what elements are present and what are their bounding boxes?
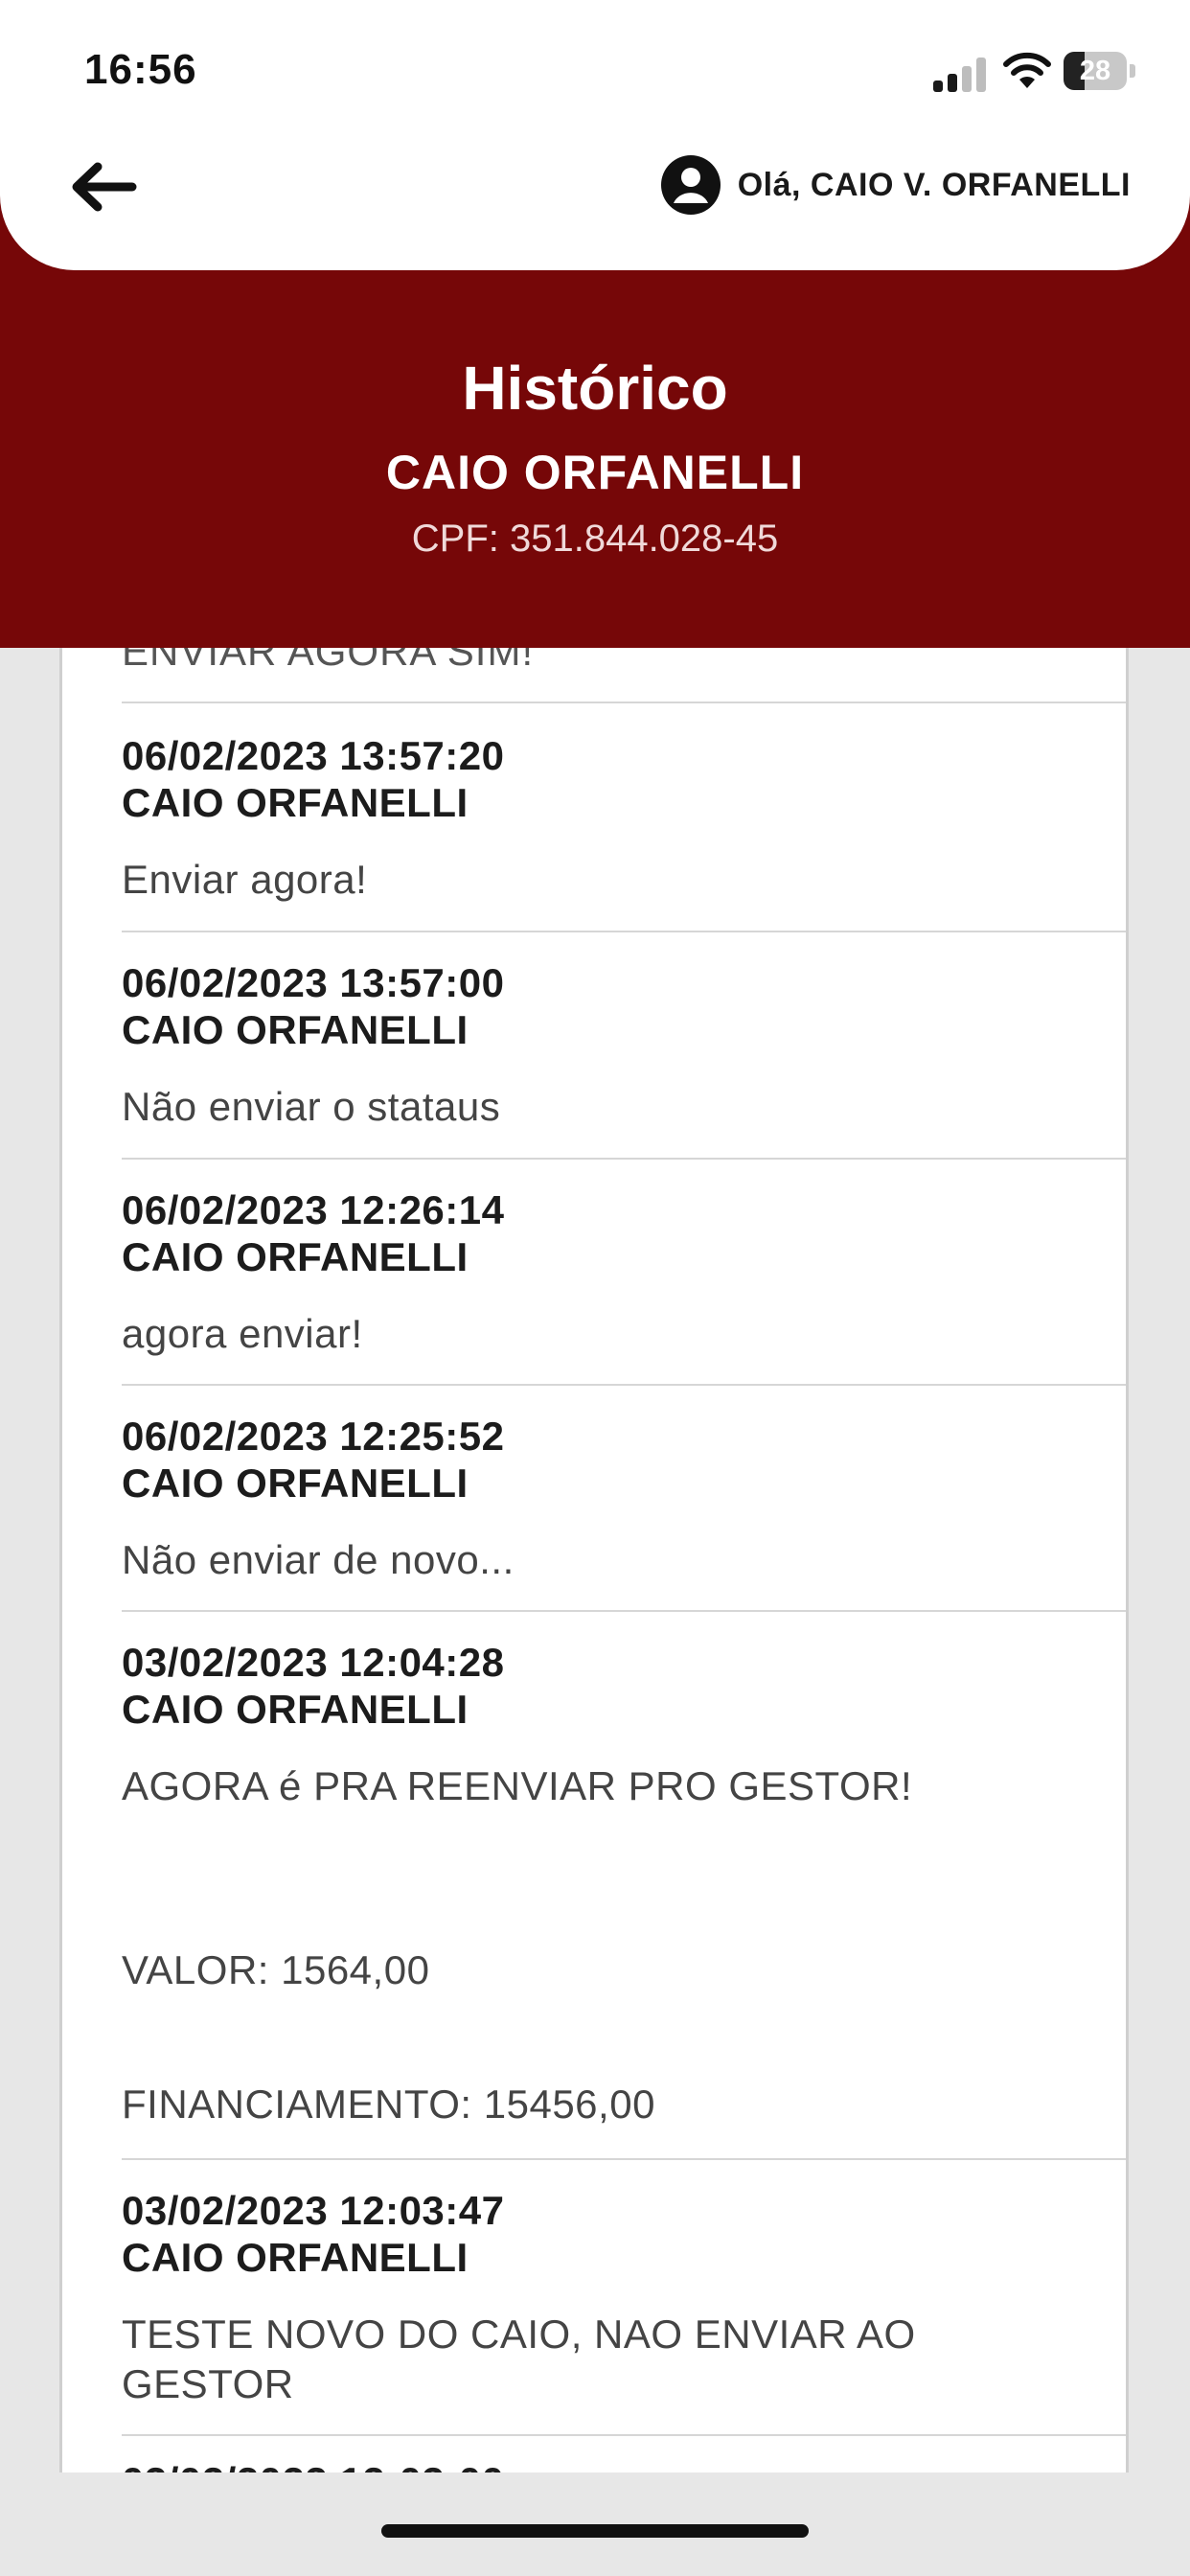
- back-arrow-icon[interactable]: [63, 153, 140, 220]
- entry-datetime: 06/02/2023 12:25:52: [122, 1414, 505, 1459]
- wifi-icon: [1003, 52, 1051, 88]
- entry-message: Não enviar de novo...: [122, 1537, 515, 1582]
- user-greeting[interactable]: Olá, CAIO V. ORFANELLI: [613, 153, 1131, 217]
- entry-author: CAIO ORFANELLI: [122, 780, 469, 825]
- status-time: 16:56: [84, 46, 197, 93]
- top-bar: 16:56 28 Olá, CAIO V. ORFANELLI: [0, 0, 1190, 270]
- client-cpf: CPF: 351.844.028-45: [411, 518, 779, 560]
- entry-datetime: 06/02/2023 13:57:20: [122, 733, 505, 778]
- signal-icon: [933, 58, 991, 92]
- page-title: Histórico: [462, 354, 728, 423]
- entry-datetime: 06/02/2023 13:57:00: [122, 960, 505, 1005]
- entry-message-financiamento: FINANCIAMENTO: 15456,00: [122, 2082, 655, 2127]
- entry-author: CAIO ORFANELLI: [122, 1460, 469, 1506]
- app-screen: ENVIAR AGORA SIM! 06/02/2023 13:57:20 CA…: [0, 0, 1190, 2576]
- entry-message: AGORA é PRA REENVIAR PRO GESTOR!: [122, 1763, 913, 1808]
- entry-message-valor: VALOR: 1564,00: [122, 1947, 430, 1992]
- divider: [122, 702, 1126, 703]
- battery-level: 28: [1079, 56, 1111, 86]
- entry-message: Não enviar o stataus: [122, 1084, 501, 1129]
- divider: [122, 1158, 1126, 1160]
- entry-message: TESTE NOVO DO CAIO, NAO ENVIAR AO GESTOR: [122, 2312, 916, 2406]
- entry-author: CAIO ORFANELLI: [122, 2235, 469, 2280]
- client-name: CAIO ORFANELLI: [385, 446, 805, 499]
- entry-author: CAIO ORFANELLI: [122, 1687, 469, 1732]
- divider: [122, 2434, 1126, 2436]
- entry-message: Enviar agora!: [122, 857, 368, 902]
- entry-datetime: 03/02/2023 12:03:47: [122, 2188, 505, 2233]
- entry-message: agora enviar!: [122, 1311, 363, 1356]
- divider: [122, 931, 1126, 932]
- entry-datetime: 06/02/2023 12:26:14: [122, 1187, 505, 1232]
- entry-author: CAIO ORFANELLI: [122, 1234, 469, 1279]
- entry-author: CAIO ORFANELLI: [122, 1007, 469, 1052]
- divider: [122, 2158, 1126, 2160]
- greeting-text: Olá, CAIO V. ORFANELLI: [737, 166, 1131, 203]
- history-list-card[interactable]: ENVIAR AGORA SIM! 06/02/2023 13:57:20 CA…: [59, 537, 1129, 2472]
- divider: [122, 1610, 1126, 1612]
- partial-entry-datetime: 03/02/2023 12:03:00: [122, 2459, 505, 2472]
- home-indicator[interactable]: [381, 2524, 809, 2538]
- divider: [122, 1384, 1126, 1386]
- battery-icon: 28: [1064, 52, 1136, 90]
- user-circle-icon: [660, 155, 721, 215]
- entry-datetime: 03/02/2023 12:04:28: [122, 1640, 505, 1685]
